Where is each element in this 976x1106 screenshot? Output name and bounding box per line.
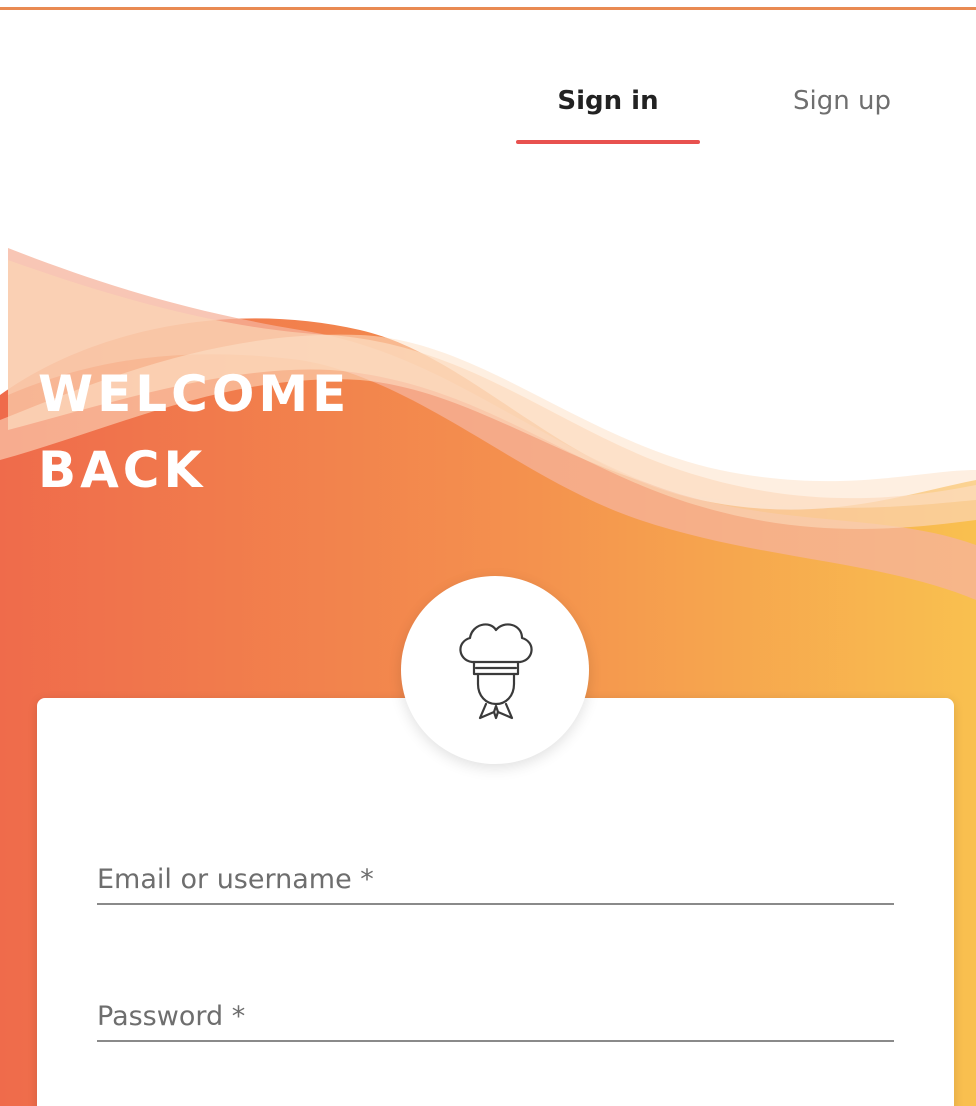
email-field[interactable]	[97, 855, 894, 905]
auth-tabs: Sign in Sign up	[0, 80, 976, 150]
welcome-line-2: BACK	[38, 441, 207, 499]
welcome-line-1: WELCOME	[38, 365, 351, 423]
email-input[interactable]	[97, 855, 894, 903]
password-input[interactable]	[97, 992, 894, 1040]
tab-sign-in[interactable]: Sign in	[516, 80, 700, 146]
password-field[interactable]	[97, 992, 894, 1042]
tab-sign-up[interactable]: Sign up	[760, 80, 924, 146]
active-tab-indicator	[516, 140, 700, 144]
welcome-heading: WELCOME BACK	[38, 356, 350, 508]
avatar	[401, 576, 589, 764]
signin-page: Sign in Sign up WELCOME BACK	[0, 0, 976, 1106]
chef-icon	[459, 623, 533, 720]
